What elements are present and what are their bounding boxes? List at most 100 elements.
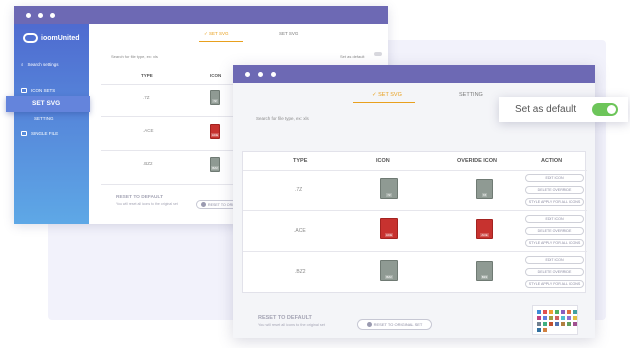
reset-desc: You will reset all icons to the original… <box>116 202 178 206</box>
color-swatch[interactable] <box>543 310 547 314</box>
color-swatch[interactable] <box>555 316 559 320</box>
file-bz2-icon: BZ2 <box>380 260 398 281</box>
window-dot[interactable] <box>258 71 263 77</box>
color-swatch[interactable] <box>573 322 577 326</box>
color-swatch[interactable] <box>567 322 571 326</box>
override-ace-icon: ACE <box>476 219 493 239</box>
tab-set-svg-2[interactable]: SET SVG <box>279 31 298 36</box>
file-7z-icon: 7Z <box>210 90 220 105</box>
tab-set-svg[interactable]: ✓ SET SVG <box>372 92 402 98</box>
sidebar-item-label: SETTING <box>34 116 54 121</box>
sidebar-item-single-file[interactable]: SINGLE FILE <box>21 131 58 136</box>
toggle[interactable] <box>374 52 382 56</box>
color-swatch[interactable] <box>555 310 559 314</box>
color-swatch[interactable] <box>543 316 547 320</box>
divider <box>243 251 587 252</box>
style-apply-button[interactable]: STYLE APPLY FOR ALL ICONS <box>525 239 584 247</box>
reset-to-original-button[interactable]: RESET TO ORIGINAL SET <box>357 319 432 330</box>
window-dot[interactable] <box>271 71 276 77</box>
tab-underline <box>199 41 243 42</box>
color-swatch[interactable] <box>555 322 559 326</box>
color-swatch[interactable] <box>549 310 553 314</box>
window-dot[interactable] <box>26 12 31 18</box>
set-svg-item[interactable]: SET SVG <box>6 96 90 112</box>
reset-desc: You will reset all icons to the original… <box>258 323 325 327</box>
icon-label: ACE <box>480 233 489 237</box>
style-apply-button[interactable]: STYLE APPLY FOR ALL ICONS <box>525 280 584 288</box>
type-cell: .7Z <box>143 95 150 100</box>
color-swatch[interactable] <box>561 322 565 326</box>
window-dot[interactable] <box>245 71 250 77</box>
color-swatch[interactable] <box>561 310 565 314</box>
gear-icon <box>366 322 372 327</box>
tab-set-svg[interactable]: ✓ SET SVG <box>204 31 228 37</box>
reset-title: RESET TO DEFAULT <box>116 195 163 200</box>
type-cell: .BZ2 <box>295 269 306 275</box>
tab-label: SET SVG <box>279 31 299 36</box>
search-input[interactable]: Search for file type, ex: xls <box>256 116 309 121</box>
divider <box>243 170 587 171</box>
delete-override-button[interactable]: DELETE OVERRIDE <box>525 186 584 194</box>
color-swatch[interactable] <box>537 310 541 314</box>
tab-setting[interactable]: SETTING <box>459 92 483 98</box>
delete-override-button[interactable]: DELETE OVERRIDE <box>525 268 584 276</box>
color-swatch[interactable] <box>549 316 553 320</box>
set-default-label: Set as default <box>340 54 365 59</box>
color-swatch[interactable] <box>567 310 571 314</box>
icon-label: BZ2 <box>480 275 489 279</box>
set-svg-label: SET SVG <box>32 100 61 107</box>
sidebar-search-label: Search settings <box>27 62 59 67</box>
color-swatch[interactable] <box>549 322 553 326</box>
icon-label: BZ2 <box>211 166 219 170</box>
color-swatch[interactable] <box>573 310 577 314</box>
window-dot[interactable] <box>50 12 55 18</box>
sidebar-search[interactable]: ⌕ Search settings <box>21 62 59 67</box>
file-ace-icon: ACE <box>210 124 220 139</box>
color-palette[interactable] <box>532 305 578 335</box>
color-swatch[interactable] <box>567 316 571 320</box>
back-titlebar <box>14 6 388 24</box>
tab-underline <box>353 102 415 103</box>
sidebar-item-label: ICON SETS <box>31 88 56 93</box>
col-header-action: ACTION <box>541 158 563 164</box>
type-cell: .ACE <box>294 228 306 234</box>
override-7z-icon: 7Z <box>476 179 493 199</box>
sidebar-item-setting[interactable]: SETTING <box>34 116 54 121</box>
color-swatch[interactable] <box>537 316 541 320</box>
color-swatch[interactable] <box>543 328 547 332</box>
set-default-toggle[interactable] <box>592 103 619 116</box>
edit-icon-button[interactable]: EDIT ICON <box>525 174 584 182</box>
edit-icon-button[interactable]: EDIT ICON <box>525 215 584 223</box>
set-default-label: Set as default <box>515 104 577 115</box>
icon-label: 7Z <box>212 99 218 103</box>
sidebar-item-icon-sets[interactable]: ICON SETS <box>21 88 55 93</box>
divider <box>101 84 251 85</box>
color-swatch[interactable] <box>537 328 541 332</box>
edit-icon-button[interactable]: EDIT ICON <box>525 256 584 264</box>
divider <box>101 116 251 117</box>
color-swatch[interactable] <box>543 322 547 326</box>
type-cell: .7Z <box>295 187 303 193</box>
icon-table: TYPE ICON OVERIDE ICON ACTION .7Z 7Z 7Z … <box>242 151 587 293</box>
folder-icon <box>21 88 27 93</box>
icon-label: 7Z <box>481 193 488 197</box>
gear-icon <box>201 202 206 207</box>
file-icon <box>21 131 27 136</box>
delete-override-button[interactable]: DELETE OVERRIDE <box>525 227 584 235</box>
file-7z-icon: 7Z <box>380 178 398 199</box>
divider <box>243 210 587 211</box>
reset-title: RESET TO DEFAULT <box>258 315 312 321</box>
logo-text: ioomUnited <box>41 34 80 42</box>
divider <box>101 184 251 185</box>
search-icon: ⌕ <box>21 62 24 67</box>
style-apply-button[interactable]: STYLE APPLY FOR ALL ICONS <box>525 198 584 206</box>
set-default-popup: Set as default <box>499 97 628 122</box>
window-dot[interactable] <box>38 12 43 18</box>
color-swatch[interactable] <box>561 316 565 320</box>
col-header-type: TYPE <box>293 158 308 164</box>
color-swatch[interactable] <box>573 316 577 320</box>
col-header-override: OVERIDE ICON <box>457 158 498 164</box>
col-header-icon: ICON <box>376 158 390 164</box>
search-input[interactable]: Search for file type, ex: xls <box>111 54 158 59</box>
color-swatch[interactable] <box>537 322 541 326</box>
